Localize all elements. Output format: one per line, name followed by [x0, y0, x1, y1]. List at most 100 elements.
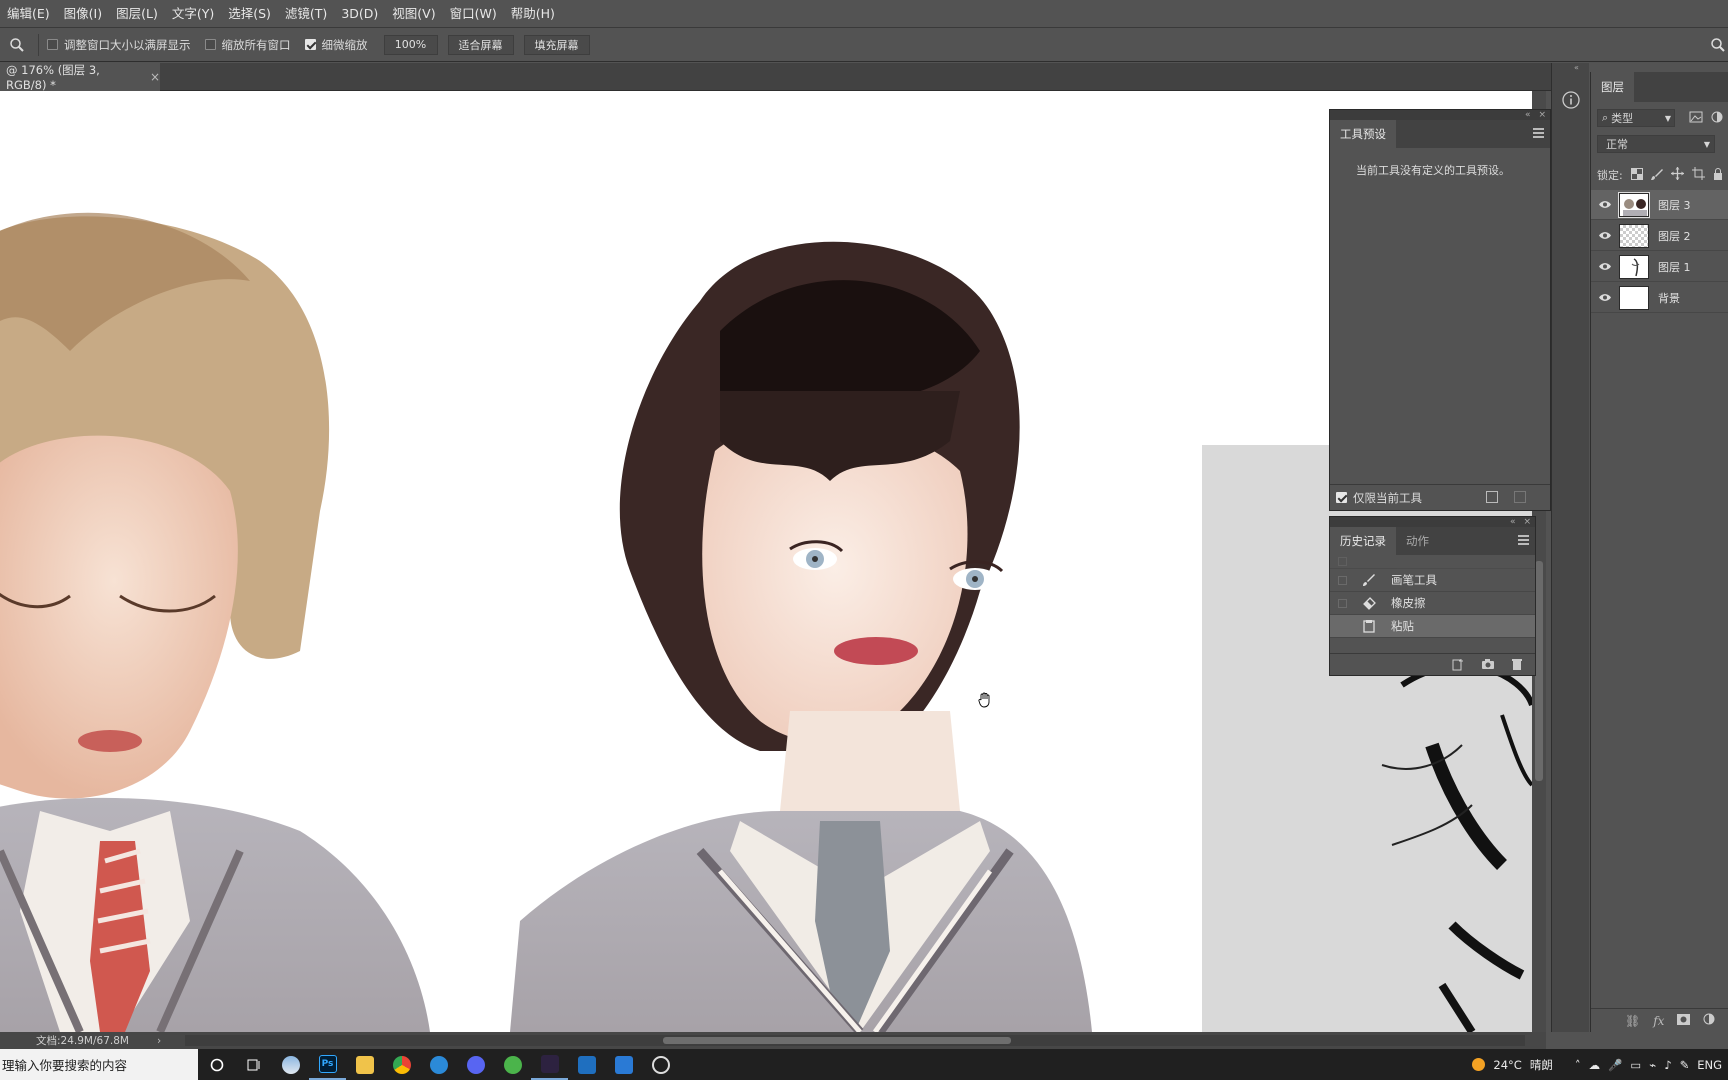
menu-image[interactable]: 图像(I) — [57, 0, 109, 28]
new-document-from-state-icon[interactable] — [1452, 658, 1465, 674]
lock-transparent-pixels-icon[interactable] — [1630, 167, 1643, 183]
adjustment-filter-icon[interactable] — [1711, 111, 1723, 126]
new-preset-icon[interactable] — [1486, 491, 1498, 503]
menu-3d[interactable]: 3D(D) — [334, 0, 385, 28]
eye-icon[interactable] — [1591, 200, 1619, 209]
link-icon[interactable]: ⛓ — [1625, 1014, 1640, 1028]
mask-icon[interactable] — [1677, 1013, 1691, 1028]
layer-filter-select[interactable]: ⌕ 类型 ▼ — [1597, 109, 1675, 127]
fx-icon[interactable]: fx — [1653, 1014, 1664, 1028]
mountain-app-icon[interactable] — [272, 1049, 309, 1080]
tab-actions[interactable]: 动作 — [1396, 527, 1439, 555]
adjustment-layer-icon[interactable] — [1703, 1013, 1715, 1028]
weather-temp[interactable]: 24°C — [1493, 1058, 1521, 1072]
menu-view[interactable]: 视图(V) — [385, 0, 442, 28]
file-explorer-icon[interactable] — [346, 1049, 383, 1080]
scrollbar-thumb[interactable] — [663, 1037, 1011, 1044]
layer-row[interactable]: 图层 2 — [1591, 221, 1728, 251]
fill-screen-button[interactable]: 填充屏幕 — [523, 34, 590, 55]
chrome-icon[interactable] — [383, 1049, 420, 1080]
chevron-up-icon[interactable]: ˄ — [1575, 1058, 1581, 1072]
close-icon[interactable]: × — [1538, 110, 1546, 120]
app-shield-icon[interactable] — [420, 1049, 457, 1080]
menu-help[interactable]: 帮助(H) — [504, 0, 562, 28]
checkbox-box[interactable] — [47, 39, 58, 50]
eye-icon[interactable] — [1591, 262, 1619, 271]
qq-app-icon[interactable] — [642, 1049, 679, 1080]
collapse-icon[interactable]: « — [1525, 110, 1531, 120]
paw-app-icon[interactable] — [494, 1049, 531, 1080]
tab-history[interactable]: 历史记录 — [1330, 527, 1396, 555]
cloud-icon[interactable]: ☁ — [1589, 1058, 1601, 1072]
eye-icon[interactable] — [1591, 231, 1619, 240]
close-icon[interactable]: × — [150, 70, 160, 84]
checkbox-box[interactable] — [204, 39, 216, 50]
camera-icon[interactable] — [1481, 658, 1495, 673]
current-tool-only-checkbox[interactable]: 仅限当前工具 — [1336, 490, 1422, 506]
fit-screen-button[interactable]: 适合屏幕 — [447, 34, 514, 55]
mail-app-icon[interactable] — [605, 1049, 642, 1080]
history-row-partial[interactable] — [1330, 555, 1535, 569]
snapshot-source-checkbox[interactable] — [1338, 557, 1347, 566]
task-view-icon[interactable] — [235, 1049, 272, 1080]
paint-app-icon[interactable] — [531, 1049, 568, 1080]
lock-position-icon[interactable] — [1670, 167, 1684, 183]
trash-icon[interactable] — [1514, 491, 1526, 503]
language-indicator[interactable]: ENG — [1697, 1058, 1722, 1072]
scrubby-zoom-checkbox[interactable]: 细微缩放 — [304, 37, 368, 53]
image-filter-icon[interactable] — [1689, 111, 1703, 126]
snapshot-source-checkbox[interactable] — [1338, 598, 1347, 608]
layer-row[interactable]: 图层 1 — [1591, 252, 1728, 282]
snapshot-source-checkbox[interactable] — [1338, 621, 1347, 631]
menu-edit[interactable]: 编辑(E) — [0, 0, 57, 28]
cortana-icon[interactable] — [198, 1049, 235, 1080]
photos-app-icon[interactable] — [568, 1049, 605, 1080]
photoshop-taskbar-icon[interactable]: Ps — [309, 1049, 346, 1080]
chevron-right-icon[interactable]: › — [157, 1035, 161, 1047]
tab-layers[interactable]: 图层 — [1591, 72, 1634, 102]
microphone-icon[interactable]: 🎤 — [1608, 1058, 1622, 1072]
discord-icon[interactable] — [457, 1049, 494, 1080]
taskbar-search-input[interactable]: 理输入你要搜索的内容 — [0, 1049, 198, 1080]
menu-type[interactable]: 文字(Y) — [165, 0, 221, 28]
info-icon[interactable] — [1559, 88, 1583, 112]
menu-layer[interactable]: 图层(L) — [109, 0, 165, 28]
snapshot-source-checkbox[interactable] — [1338, 575, 1347, 585]
panel-menu-icon[interactable] — [1518, 535, 1529, 545]
checkbox-box[interactable] — [1336, 492, 1347, 503]
weather-sun-icon[interactable] — [1472, 1058, 1486, 1071]
zoom-100-button[interactable]: 100% — [383, 34, 438, 55]
checkbox-box[interactable] — [304, 39, 316, 50]
menu-window[interactable]: 窗口(W) — [443, 0, 504, 28]
canvas-horizontal-scrollbar[interactable] — [185, 1035, 1525, 1046]
blend-mode-select[interactable]: 正常 ▼ — [1597, 135, 1715, 153]
zoom-all-windows-checkbox[interactable]: 缩放所有窗口 — [204, 37, 291, 53]
battery-icon[interactable]: ▭ — [1630, 1058, 1641, 1072]
resize-windows-checkbox[interactable]: 调整窗口大小以满屏显示 — [47, 37, 191, 53]
tab-tool-presets[interactable]: 工具预设 — [1330, 120, 1396, 148]
layer-row-selected[interactable]: 图层 3 — [1591, 190, 1728, 220]
panel-menu-icon[interactable] — [1533, 128, 1544, 138]
lock-all-icon[interactable] — [1713, 167, 1723, 183]
collapse-dock-icon[interactable]: « — [1574, 63, 1579, 72]
eye-icon[interactable] — [1591, 293, 1619, 302]
history-row[interactable]: 橡皮擦 — [1330, 592, 1535, 615]
search-icon[interactable] — [1710, 37, 1726, 56]
weather-desc[interactable]: 晴朗 — [1530, 1057, 1553, 1073]
pen-icon[interactable]: ✎ — [1680, 1058, 1690, 1072]
history-row-selected[interactable]: 粘贴 — [1330, 615, 1535, 638]
menu-filter[interactable]: 滤镜(T) — [278, 0, 334, 28]
history-row[interactable]: 画笔工具 — [1330, 569, 1535, 592]
lock-image-pixels-icon[interactable] — [1650, 168, 1663, 183]
trash-icon[interactable] — [1511, 658, 1523, 674]
layer-row[interactable]: 背景 — [1591, 283, 1728, 313]
collapse-icon[interactable]: « — [1510, 517, 1516, 527]
lock-artboard-icon[interactable] — [1691, 167, 1705, 183]
document-tab[interactable]: @ 176% (图层 3, RGB/8) * × — [0, 63, 160, 92]
network-icon[interactable]: ⌁ — [1649, 1058, 1656, 1072]
menu-select[interactable]: 选择(S) — [221, 0, 278, 28]
close-icon[interactable]: × — [1523, 517, 1531, 527]
zoom-tool-icon[interactable] — [4, 32, 30, 58]
document-canvas[interactable] — [0, 91, 1532, 1032]
scrollbar-thumb[interactable] — [1535, 561, 1543, 781]
